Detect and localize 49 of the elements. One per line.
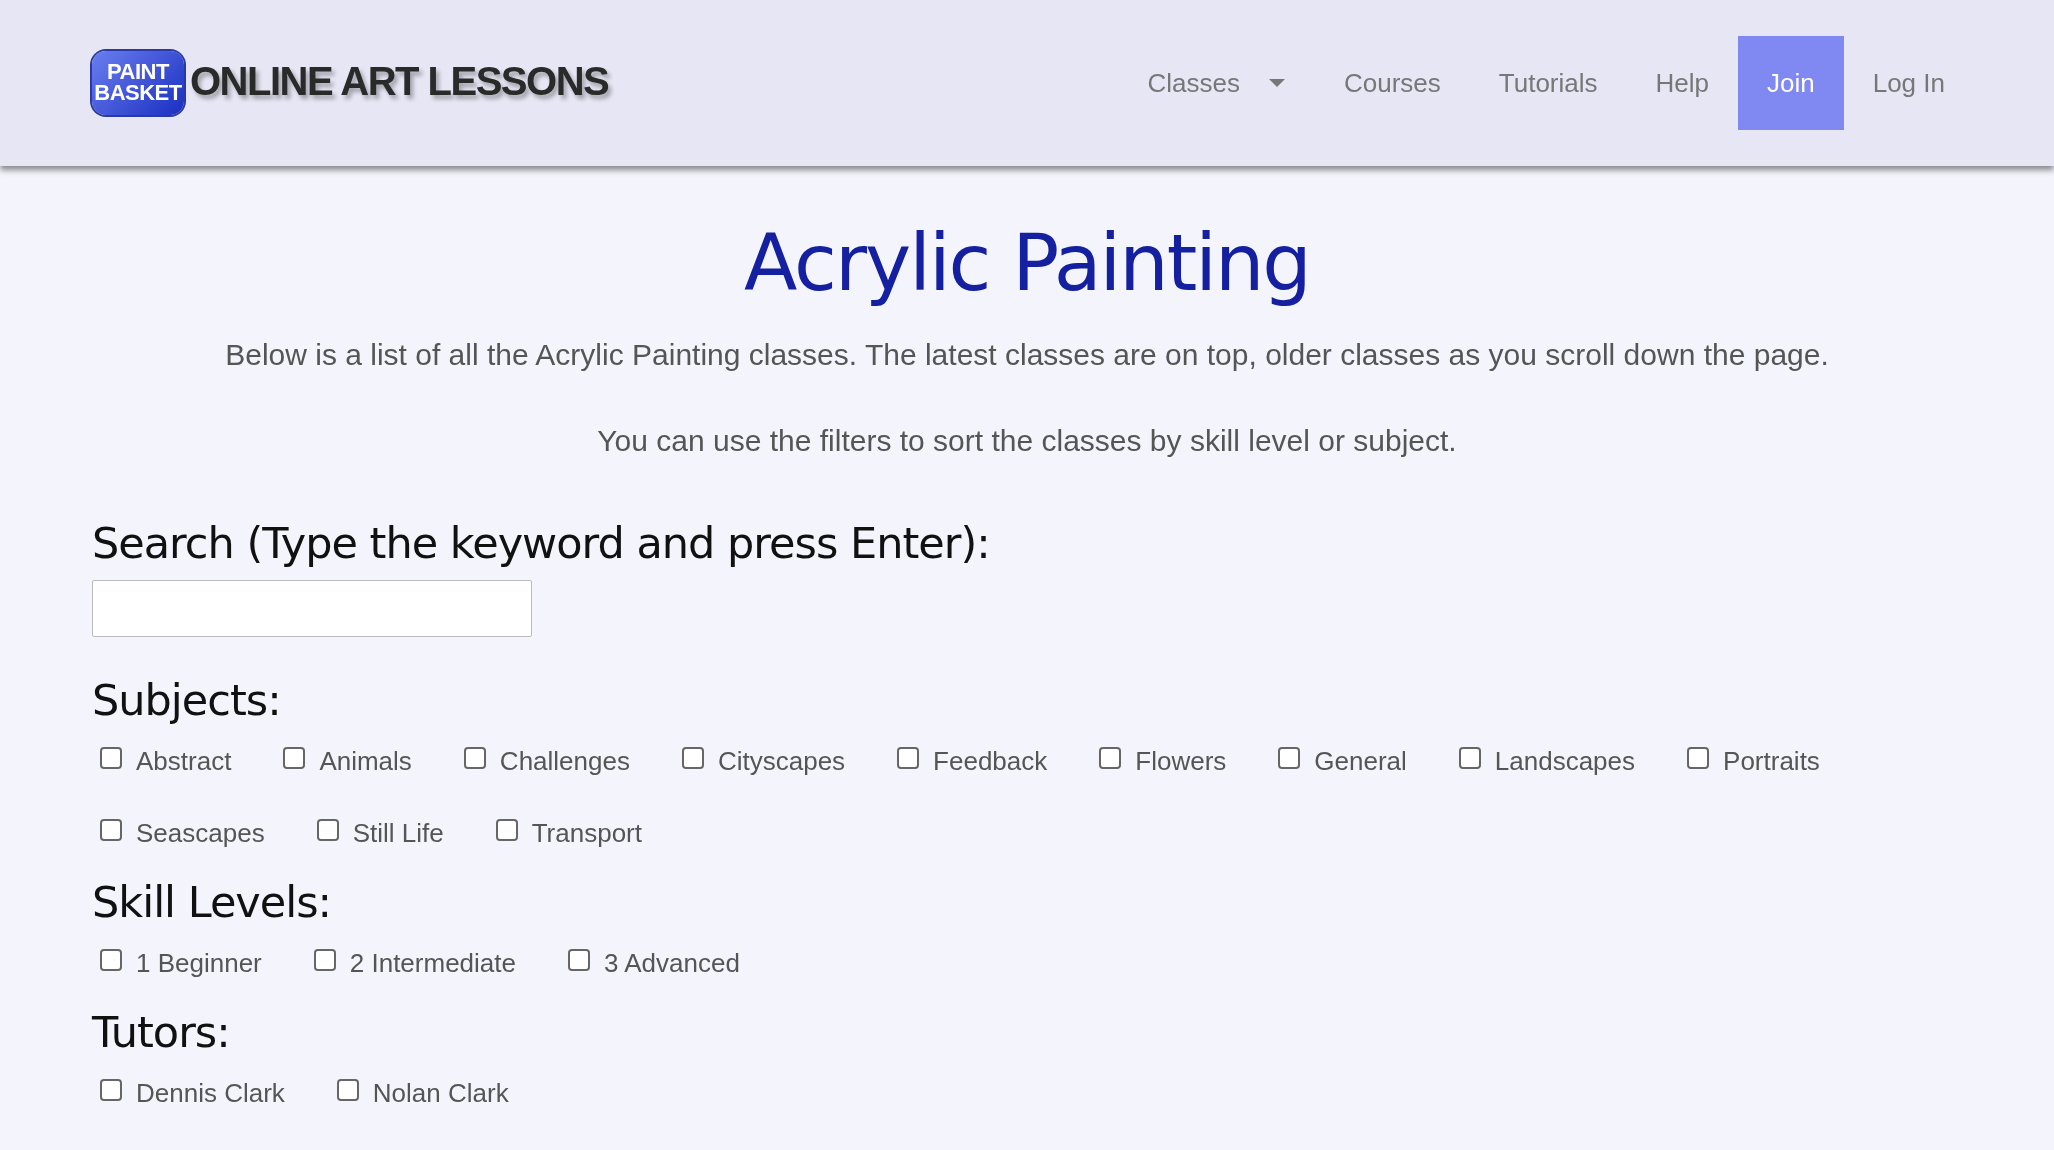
checkbox[interactable] <box>316 819 339 841</box>
checkbox-label[interactable]: Feedback <box>933 745 1048 777</box>
checkbox[interactable] <box>568 949 590 971</box>
checkbox-label[interactable]: Portraits <box>1723 745 1820 777</box>
section-heading: Tutors: <box>92 1007 231 1057</box>
checkbox[interactable] <box>100 819 122 841</box>
checkbox-label[interactable]: Transport <box>531 817 642 849</box>
checkbox-label[interactable]: Flowers <box>1135 745 1227 777</box>
checkbox-label[interactable]: General <box>1314 745 1407 777</box>
checkbox[interactable] <box>100 1079 122 1101</box>
checkbox[interactable] <box>681 747 704 769</box>
checkbox[interactable] <box>336 1079 359 1101</box>
checkbox[interactable] <box>1458 747 1481 769</box>
nav-link[interactable]: Log In <box>1843 36 1974 130</box>
checkbox-label[interactable]: Seascapes <box>136 817 265 849</box>
checkbox[interactable] <box>283 747 306 769</box>
checkbox[interactable] <box>1687 747 1710 769</box>
logo-badge[interactable]: PAINT BASKET <box>92 51 184 115</box>
checkbox-label[interactable]: Landscapes <box>1494 745 1636 777</box>
nav-link[interactable]: Classes <box>1118 36 1315 130</box>
checkbox-label[interactable]: Challenges <box>499 745 630 777</box>
checkbox-label[interactable]: 3 Advanced <box>604 947 740 979</box>
checkbox-label[interactable]: Dennis Clark <box>136 1077 285 1109</box>
checkbox[interactable] <box>100 949 122 971</box>
checkbox-label[interactable]: Abstract <box>136 745 232 777</box>
intro-text: You can use the filters to sort the classes by skill level or subject. <box>596 424 1458 458</box>
checkbox[interactable] <box>463 747 486 769</box>
checkbox[interactable] <box>897 747 920 769</box>
logo-wordmark[interactable]: ONLINE ART LESSONS <box>190 57 615 109</box>
checkbox-label[interactable]: Nolan Clark <box>372 1077 509 1109</box>
checkbox-label[interactable]: 2 Intermediate <box>349 947 516 979</box>
checkbox-label[interactable]: Cityscapes <box>717 745 846 777</box>
nav-link[interactable]: Courses <box>1314 36 1470 130</box>
checkbox-label[interactable]: Animals <box>319 745 412 777</box>
search-label: Search (Type the keyword and press Enter): <box>92 518 991 568</box>
checkbox-label[interactable]: Still Life <box>352 817 444 849</box>
checkbox[interactable] <box>100 747 122 769</box>
section-heading: Subjects: <box>92 675 282 725</box>
checkbox[interactable] <box>1278 747 1301 769</box>
checkbox[interactable] <box>495 819 518 841</box>
checkbox-label[interactable]: 1 Beginner <box>136 947 262 979</box>
checkbox[interactable] <box>313 949 336 971</box>
nav-link[interactable]: Tutorials <box>1469 36 1627 130</box>
checkbox[interactable] <box>1099 747 1122 769</box>
page-title: Acrylic Painting <box>743 218 1311 308</box>
section-heading: Skill Levels: <box>92 877 333 927</box>
intro-text: Below is a list of all the Acrylic Painting classes. The latest classes are on top, older classes as you scroll down the page. <box>224 338 1830 372</box>
search-field[interactable] <box>92 580 532 637</box>
nav-link[interactable]: Help <box>1626 36 1738 130</box>
